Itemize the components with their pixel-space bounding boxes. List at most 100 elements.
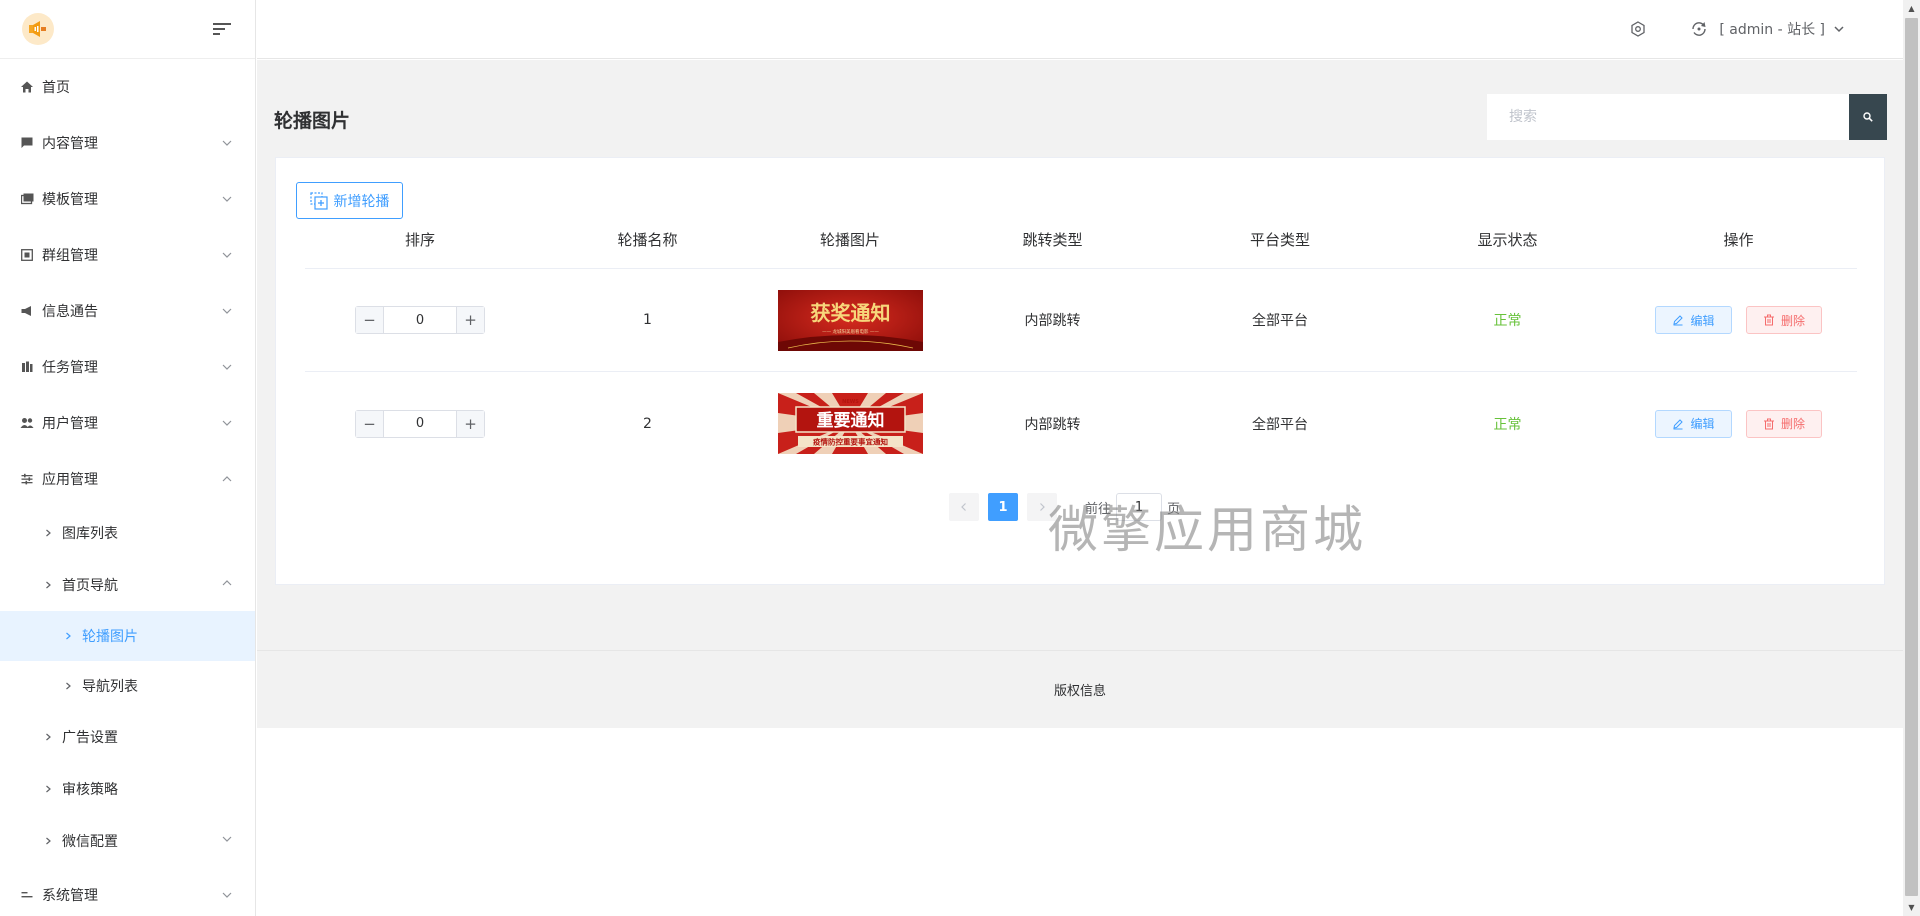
chevron-right-icon [1040, 503, 1045, 511]
banner-award-text: 获奖通知 [810, 301, 890, 325]
sort-input[interactable] [384, 410, 456, 437]
sidebar-subitem-label: 轮播图片 [82, 629, 138, 645]
chevron-up-icon [221, 577, 233, 593]
name-cell: 1 [643, 312, 652, 328]
platform-cell: 全部平台 [1252, 313, 1308, 329]
pagination: 1 前往 页 [949, 493, 1180, 521]
sidebar-subitem-review[interactable]: 审核策略 [0, 763, 255, 815]
column-header-jump-type: 跳转类型 [1022, 231, 1083, 249]
column-header-status: 显示状态 [1477, 231, 1538, 249]
edit-icon [1672, 314, 1684, 326]
collapse-sidebar-icon[interactable] [211, 18, 233, 40]
sidebar-item-groups[interactable]: 群组管理 [0, 227, 255, 283]
banner-thumbnail-important[interactable]: NEWS 重要通知 疫情防控重要事宜通知 [777, 393, 923, 454]
sidebar-item-label: 模板管理 [42, 192, 98, 208]
prev-page-button[interactable] [949, 493, 979, 521]
chevron-up-icon [221, 473, 233, 485]
user-label: [ admin - 站长 ] [1719, 22, 1825, 38]
chevron-down-icon [221, 417, 233, 429]
scroll-down-icon[interactable]: ▼ [1903, 899, 1920, 916]
banner-award-subtext: —— 龙城阳美眉看电影 —— [822, 328, 879, 335]
sidebar-item-system[interactable]: 系统管理 [0, 867, 255, 916]
delete-label: 删除 [1780, 313, 1805, 328]
sidebar-item-tasks[interactable]: 任务管理 [0, 339, 255, 395]
sidebar-header [0, 0, 255, 59]
delete-button[interactable]: 删除 [1746, 409, 1822, 438]
scrollbar-thumb[interactable] [1905, 18, 1918, 896]
users-icon [20, 416, 34, 430]
sidebar: 首页 内容管理 模板管理 群组管理 信息通告 任务管理 用户管理 应用管理 图库… [0, 0, 256, 916]
next-page-button[interactable] [1027, 493, 1057, 521]
sidebar-item-users[interactable]: 用户管理 [0, 395, 255, 451]
column-header-image: 轮播图片 [819, 231, 880, 249]
trash-icon [1763, 314, 1775, 326]
sidebar-subitem-label: 首页导航 [62, 578, 118, 594]
sidebar-item-label: 系统管理 [42, 888, 98, 904]
sidebar-subitem-gallery[interactable]: 图库列表 [0, 507, 255, 559]
image-cell: 获奖通知 —— 龙城阳美眉看电影 —— [760, 289, 940, 351]
scroll-up-icon[interactable]: ▲ [1903, 0, 1920, 17]
add-carousel-label: 新增轮播 [333, 193, 390, 210]
chevron-right-icon [44, 581, 52, 589]
chevron-down-icon [221, 137, 233, 149]
sort-stepper: − + [355, 306, 485, 334]
increment-button[interactable]: + [456, 307, 484, 333]
sort-input[interactable] [384, 307, 456, 333]
sidebar-item-notices[interactable]: 信息通告 [0, 283, 255, 339]
page-scrollbar[interactable]: ▲ ▼ [1903, 0, 1920, 916]
sidebar-item-label: 任务管理 [42, 360, 98, 376]
sort-stepper: − + [355, 409, 485, 438]
actions-cell: 编辑 删除 [1620, 306, 1857, 334]
chevron-down-icon [221, 361, 233, 373]
user-menu[interactable]: [ admin - 站长 ] [1689, 19, 1845, 39]
sidebar-subitem-carousel[interactable]: 轮播图片 [0, 611, 255, 661]
chevron-down-icon [221, 305, 233, 317]
page-number-current[interactable]: 1 [988, 493, 1018, 521]
column-header-sort: 排序 [404, 231, 435, 249]
banner-thumbnail-award[interactable]: 获奖通知 —— 龙城阳美眉看电影 —— [777, 289, 923, 351]
chevron-right-icon [64, 632, 72, 640]
sidebar-item-home[interactable]: 首页 [0, 59, 255, 115]
logo-icon[interactable] [22, 13, 54, 45]
table-row: − + 1 [305, 269, 1857, 372]
delete-label: 删除 [1780, 417, 1805, 431]
edit-button[interactable]: 编辑 [1655, 409, 1732, 438]
sidebar-subitem-ads[interactable]: 广告设置 [0, 711, 255, 763]
sidebar-subitem-wechat[interactable]: 微信配置 [0, 815, 255, 867]
settings-icon[interactable] [1629, 20, 1647, 38]
status-cell: 正常 [1395, 414, 1620, 434]
increment-button[interactable]: + [456, 410, 484, 437]
decrement-button[interactable]: − [356, 410, 384, 437]
search-input[interactable] [1487, 94, 1849, 140]
goto-page-input[interactable] [1116, 493, 1163, 521]
footer: 版权信息 [257, 650, 1903, 728]
table-row: − + 2 [305, 372, 1857, 475]
search-button[interactable] [1849, 94, 1887, 140]
sidebar-item-label: 群组管理 [42, 248, 98, 264]
chevron-down-icon [1833, 23, 1845, 35]
edit-button[interactable]: 编辑 [1655, 306, 1732, 334]
delete-button[interactable]: 删除 [1746, 306, 1822, 334]
megaphone-icon [20, 304, 34, 318]
home-icon [20, 80, 34, 94]
jump-type-cell: 内部跳转 [1024, 313, 1081, 329]
sidebar-item-apps[interactable]: 应用管理 [0, 451, 255, 507]
chevron-right-icon [44, 733, 52, 741]
chevron-right-icon [44, 529, 52, 537]
chevron-right-icon [44, 837, 52, 845]
sidebar-item-content[interactable]: 内容管理 [0, 115, 255, 171]
sidebar-item-label: 内容管理 [42, 136, 98, 152]
goto-prefix: 前往 [1085, 501, 1112, 517]
decrement-button[interactable]: − [356, 307, 384, 333]
banner-important-text: 重要通知 [816, 410, 884, 431]
sidebar-item-templates[interactable]: 模板管理 [0, 171, 255, 227]
sidebar-subitem-home-nav[interactable]: 首页导航 [0, 559, 255, 611]
actions-cell: 编辑 删除 [1620, 409, 1857, 438]
sidebar-subitem-label: 微信配置 [62, 834, 118, 850]
chevron-down-icon [221, 833, 233, 849]
sidebar-item-label: 信息通告 [42, 304, 98, 320]
sidebar-subitem-nav-list[interactable]: 导航列表 [0, 661, 255, 711]
top-bar: [ admin - 站长 ] [257, 0, 1903, 59]
chevron-down-icon [221, 193, 233, 205]
trash-icon [1763, 418, 1775, 430]
